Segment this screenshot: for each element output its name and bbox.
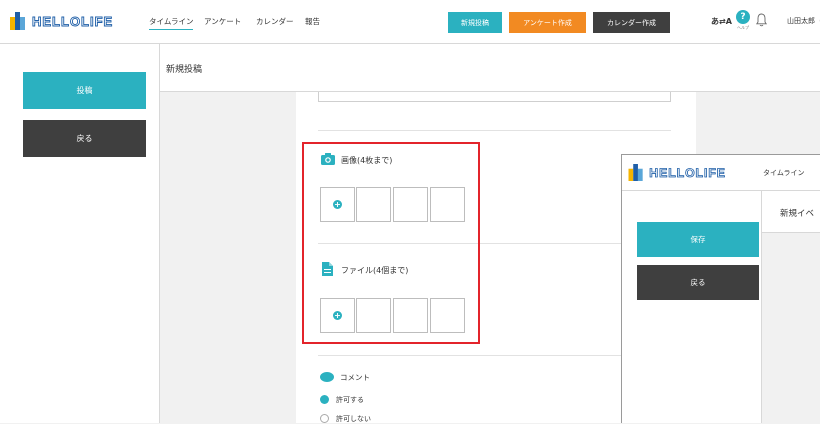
- nav-timeline[interactable]: タイムライン: [149, 16, 194, 30]
- user-name[interactable]: 山田太郎（管理者）: [787, 16, 820, 26]
- divider: [318, 130, 671, 131]
- radio-allow-label: 許可する: [336, 396, 364, 404]
- overlay-sidebar: 保存 戻る: [622, 191, 762, 423]
- hellolife-logo[interactable]: HELLOLIFE: [628, 164, 748, 181]
- post-body-textarea[interactable]: [318, 92, 671, 102]
- comment-section-label: コメント: [340, 373, 370, 382]
- overlay-page-title: 新規イベ: [780, 209, 815, 219]
- logo-text: HELLOLIFE: [649, 166, 726, 180]
- top-bar: HELLOLIFE タイムライン アンケート カレンダー 報告 新規投稿 アンケ…: [0, 0, 820, 44]
- back-button[interactable]: 戻る: [23, 120, 146, 157]
- nav-survey[interactable]: アンケート: [204, 16, 241, 27]
- logo-text: HELLOLIFE: [32, 14, 113, 29]
- new-post-button[interactable]: 新規投稿: [448, 12, 502, 33]
- overlay-main-header: 新規イベ: [762, 191, 820, 233]
- create-survey-button[interactable]: アンケート作成: [509, 12, 586, 33]
- language-switch[interactable]: あ⇄A: [711, 16, 732, 27]
- post-button[interactable]: 投稿: [23, 72, 146, 109]
- divider: [318, 355, 671, 356]
- overlay-nav-timeline[interactable]: タイムライン: [763, 168, 805, 178]
- bell-icon[interactable]: [756, 13, 767, 27]
- overlay-back-button[interactable]: 戻る: [637, 265, 759, 300]
- highlight-box: [302, 142, 480, 344]
- help-button[interactable]: ? ヘルプ: [736, 10, 750, 40]
- comment-icon: [320, 372, 334, 382]
- save-button[interactable]: 保存: [637, 222, 759, 257]
- help-label: ヘルプ: [737, 25, 749, 30]
- hellolife-logo[interactable]: HELLOLIFE: [10, 12, 136, 30]
- create-calendar-button[interactable]: カレンダー作成: [593, 12, 670, 33]
- page-title: 新規投稿: [166, 65, 203, 75]
- radio-allow[interactable]: [320, 395, 329, 404]
- help-icon: ?: [736, 10, 750, 24]
- radio-disallow[interactable]: [320, 414, 329, 423]
- overlay-top-bar: HELLOLIFE タイムライン: [622, 155, 820, 191]
- main-header: [160, 44, 820, 92]
- nav-report[interactable]: 報告: [305, 16, 320, 27]
- overlay-screenshot: HELLOLIFE タイムライン 保存 戻る 新規イベ: [621, 154, 820, 423]
- sidebar: 投稿 戻る: [0, 44, 160, 423]
- nav-calendar[interactable]: カレンダー: [256, 16, 294, 27]
